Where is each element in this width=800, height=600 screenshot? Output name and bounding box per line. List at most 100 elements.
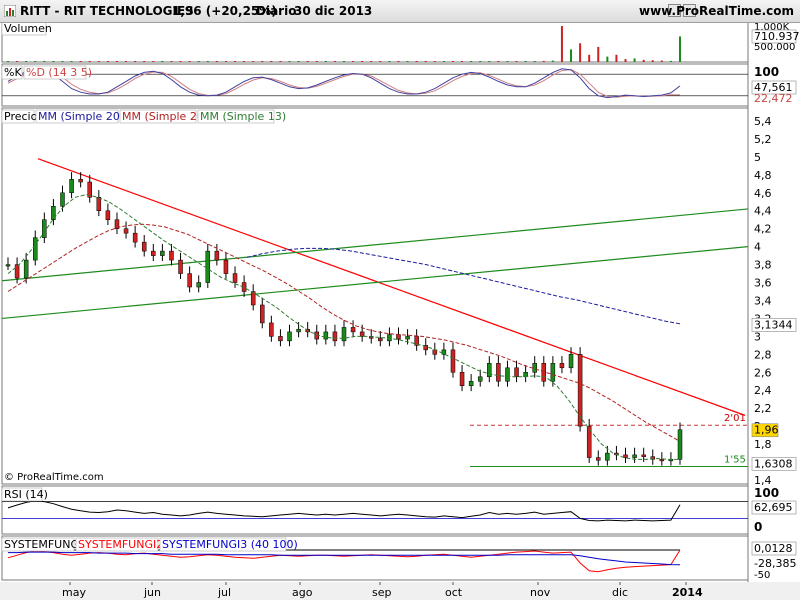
price-tick-label: 4 <box>754 241 761 254</box>
volume-bar <box>16 61 19 62</box>
volume-bar <box>533 61 536 62</box>
title-bar: RITT - RIT TECHNOLOGIES 1,96 (+20,25%) D… <box>0 0 800 23</box>
candle-body <box>605 452 610 461</box>
price-tick-label: 2,4 <box>754 384 772 397</box>
chart-canvas: 5,45,254,84,64,44,243,83,63,43,232,82,62… <box>0 21 800 600</box>
candle-body <box>132 232 138 243</box>
volume-bar <box>288 61 291 62</box>
volume-bar <box>70 61 73 62</box>
volume-bar <box>388 61 391 62</box>
volume-bar <box>197 61 200 62</box>
price-tick-label: 3,6 <box>754 277 772 290</box>
volume-bar <box>306 61 309 62</box>
volume-bar <box>34 61 37 62</box>
stoch-d-value-label: 22,472 <box>754 92 793 105</box>
volume-bar <box>152 61 155 62</box>
sf3-value-label: -28,385 <box>754 557 796 570</box>
x-tick-label: nov <box>530 586 551 599</box>
candle-body <box>105 210 111 220</box>
volume-bar <box>106 61 109 62</box>
candle-body <box>296 328 301 333</box>
sf-label: SYSTEMFUNGI <box>4 538 82 551</box>
candle-body <box>160 250 165 256</box>
volume-bar <box>170 61 173 62</box>
site-url[interactable]: www.ProRealTime.com <box>639 4 794 18</box>
volume-bar <box>25 61 28 62</box>
candle-body <box>223 259 229 274</box>
volume-bar <box>524 61 527 62</box>
candle-body <box>32 237 38 261</box>
volume-bar <box>188 61 191 62</box>
price-label: Precio <box>4 110 38 123</box>
panel-frame-price <box>1 107 749 485</box>
stoch-tick-label: 100 <box>754 65 779 79</box>
volume-bar <box>352 61 355 62</box>
volume-bar <box>470 61 473 62</box>
volume-bar <box>333 61 336 62</box>
volume-bar <box>479 61 482 62</box>
candle-body <box>60 192 65 207</box>
x-tick-label: 2014 <box>672 586 703 599</box>
candle-body <box>42 219 47 238</box>
volume-bar <box>379 61 382 62</box>
x-tick-label: may <box>62 586 86 599</box>
x-tick-label: ago <box>292 586 313 599</box>
volume-bar <box>115 61 118 62</box>
volume-bar <box>97 61 100 62</box>
price-tick-label: 1,8 <box>754 438 772 451</box>
sf2-label: SYSTEMFUNGI2 <box>78 538 163 551</box>
volume-label: Volumen <box>4 22 52 35</box>
volume-bar <box>206 60 209 62</box>
candle-body <box>169 250 174 261</box>
volume-bar <box>279 61 282 62</box>
chart-date: 30 dic 2013 <box>294 4 373 18</box>
ma26-label: MM (Simple 26) <box>122 110 208 123</box>
candle-body <box>260 304 265 324</box>
candle-body <box>323 331 329 340</box>
candle-body <box>151 250 156 256</box>
rsi-value-label: 62,695 <box>754 501 793 514</box>
candle-body <box>123 228 129 234</box>
sf3-label: SYSTEMFUNGI3 (40 100) <box>162 538 298 551</box>
candle-body <box>450 349 456 373</box>
candle-body <box>496 363 501 382</box>
volume-bar <box>433 61 436 62</box>
rsi-label: RSI (14) <box>4 488 48 501</box>
volume-bar <box>624 59 627 62</box>
x-tick-label: jun <box>143 586 161 599</box>
candle-body <box>332 331 338 342</box>
volume-bar <box>615 54 618 62</box>
candle-body <box>477 376 483 382</box>
panel-frame-vol <box>1 21 749 63</box>
candle-body <box>541 363 547 382</box>
panel-frame-rsi <box>1 485 749 535</box>
copyright: © ProRealTime.com <box>4 472 104 483</box>
candle-body <box>659 459 665 462</box>
chart-icon <box>4 5 16 17</box>
candle-body <box>532 363 537 373</box>
candle-body <box>396 334 401 340</box>
volume-bar <box>606 56 609 62</box>
volume-bar <box>406 61 409 62</box>
ma200-label: MM (Simple 200) <box>38 110 131 123</box>
x-tick-label: oct <box>445 586 463 599</box>
candle-body <box>187 273 192 288</box>
candle-body <box>677 429 683 460</box>
price-tick-label: 5,4 <box>754 115 772 128</box>
stoch-d-label: %D (14 3 5) <box>26 66 92 79</box>
volume-bar <box>560 26 563 62</box>
volume-bar <box>506 61 509 62</box>
candle-body <box>568 354 574 369</box>
rsi-tick-label: 0 <box>754 520 762 534</box>
candle-body <box>641 454 646 457</box>
volume-bar <box>270 61 273 62</box>
volume-bar <box>542 60 545 62</box>
volume-bar <box>488 61 491 62</box>
candle-body <box>232 273 238 283</box>
volume-bar <box>442 61 445 62</box>
candle-body <box>459 372 465 387</box>
price-tick-label: 3,8 <box>754 259 772 272</box>
volume-bar <box>361 61 364 62</box>
price-tick-label: 4,8 <box>754 169 772 182</box>
volume-bar <box>88 61 91 62</box>
